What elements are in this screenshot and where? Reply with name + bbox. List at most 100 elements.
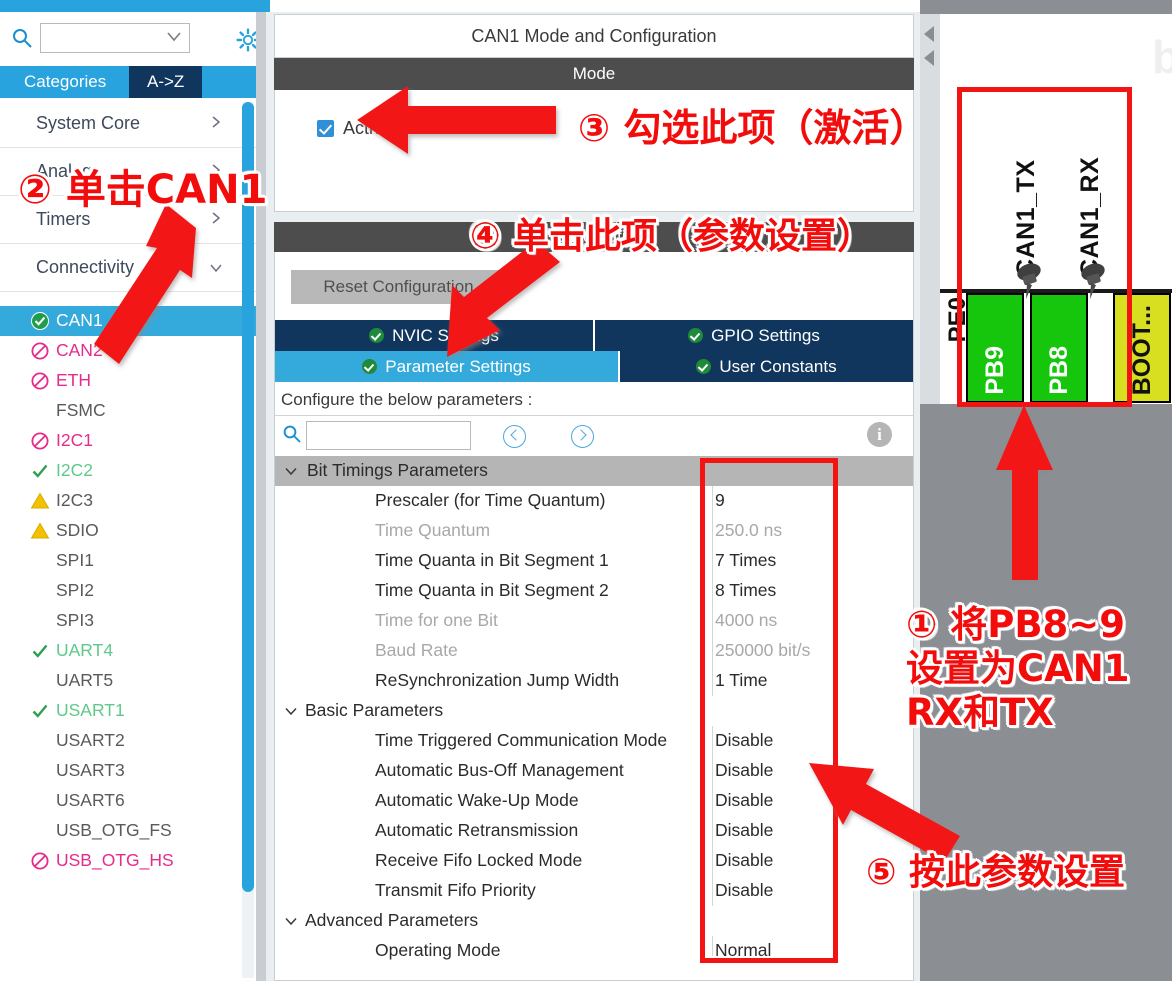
sidebar-item-label: I2C1: [56, 430, 93, 450]
sidebar-tabs: Categories A->Z: [0, 66, 266, 98]
tab-categories[interactable]: Categories: [8, 66, 123, 98]
sidebar-item-i2c3[interactable]: I2C3: [0, 486, 266, 516]
annotation-line: RX和TX: [906, 691, 1054, 734]
sidebar-item-fsmc[interactable]: FSMC: [0, 396, 266, 426]
sidebar-item-label: USART3: [56, 760, 125, 780]
chevron-down-icon[interactable]: [167, 32, 181, 42]
param-name: Time Quanta in Bit Segment 1: [375, 550, 609, 570]
sidebar-item-label: USART6: [56, 790, 125, 810]
chip-left-gutter: [920, 184, 940, 404]
sidebar-item-usart1[interactable]: USART1: [0, 696, 266, 726]
annotation-marker: ④: [470, 216, 501, 257]
tab-parameter-settings[interactable]: Parameter Settings: [275, 351, 618, 382]
param-name: Automatic Wake-Up Mode: [375, 790, 579, 810]
sidebar-search-row: [0, 16, 266, 58]
activated-checkbox[interactable]: [317, 120, 334, 137]
param-search-input[interactable]: [306, 421, 471, 450]
annotation-marker: ③: [578, 106, 611, 150]
status-ok-icon: [31, 312, 49, 330]
sidebar-item-label: CAN2: [56, 340, 103, 360]
param-name: Time Triggered Communication Mode: [375, 730, 668, 750]
sidebar-item-label: I2C2: [56, 460, 93, 480]
sidebar-item-can1[interactable]: CAN1: [0, 306, 266, 336]
sidebar-item-spi3[interactable]: SPI3: [0, 606, 266, 636]
sidebar-item-can2[interactable]: CAN2: [0, 336, 266, 366]
search-icon: [283, 425, 301, 443]
tab-nvic-settings[interactable]: NVIC Settings: [275, 320, 593, 351]
search-icon: [13, 29, 32, 48]
pin-label: BOOT...: [1128, 304, 1156, 395]
sidebar-item-spi1[interactable]: SPI1: [0, 546, 266, 576]
annotation-1: ① 将PB8~9 设置为CAN1 RX和TX: [906, 603, 1130, 735]
tab-label: User Constants: [719, 356, 837, 376]
sidebar-scrollbar-thumb[interactable]: [242, 102, 254, 892]
chevron-down-icon[interactable]: [285, 917, 297, 926]
ip-search-combobox[interactable]: [40, 23, 190, 53]
section-title: Bit Timings Parameters: [307, 460, 488, 480]
annotation-5: ⑤ 按此参数设置: [866, 843, 1125, 895]
annotation-3: ③ 勾选此项（激活）: [578, 97, 927, 152]
param-name: Time Quanta in Bit Segment 2: [375, 580, 609, 600]
sidebar-item-eth[interactable]: ETH: [0, 366, 266, 396]
sidebar-item-label: USART1: [56, 700, 125, 720]
tab-a-to-z[interactable]: A->Z: [129, 66, 203, 98]
status-forbidden-icon: [31, 372, 49, 390]
sidebar-item-label: ETH: [56, 370, 91, 390]
sidebar-item-label: SPI3: [56, 610, 94, 630]
tab-gpio-settings[interactable]: GPIO Settings: [595, 320, 913, 351]
annotation-text: 将PB8~9: [950, 603, 1126, 646]
tab-label: NVIC Settings: [392, 325, 499, 345]
reset-configuration-button[interactable]: Reset Configuration: [291, 270, 506, 304]
tab-ok-icon: [369, 328, 385, 343]
chevron-down-icon[interactable]: [285, 467, 297, 476]
chevron-right-icon: [212, 116, 221, 128]
param-name: Receive Fifo Locked Mode: [375, 850, 583, 870]
sidebar-group-connectivity[interactable]: Connectivity: [0, 244, 266, 292]
watermark: [975, 40, 1150, 74]
sidebar-item-label: I2C3: [56, 490, 93, 510]
tab-ok-icon: [696, 359, 712, 374]
tab-label: Parameter Settings: [385, 356, 531, 376]
config-tab-row-2: Parameter Settings User Constants: [275, 351, 913, 382]
sidebar-item-spi2[interactable]: SPI2: [0, 576, 266, 606]
sidebar-item-usb-otg-fs[interactable]: USB_OTG_FS: [0, 816, 266, 846]
sidebar-item-i2c2[interactable]: I2C2: [0, 456, 266, 486]
status-check-icon: [32, 644, 48, 658]
annotation-marker: ②: [18, 167, 52, 213]
sidebar-item-i2c1[interactable]: I2C1: [0, 426, 266, 456]
sidebar-item-label: USART2: [56, 730, 125, 750]
sidebar-item-usart2[interactable]: USART2: [0, 726, 266, 756]
activated-label: Activated: [343, 118, 418, 138]
configure-note: Configure the below parameters :: [275, 384, 913, 416]
config-tab-row-1: NVIC Settings GPIO Settings: [275, 320, 913, 351]
param-name: Transmit Fifo Priority: [375, 880, 536, 900]
param-name: Operating Mode: [375, 940, 501, 960]
sidebar-group-system-core[interactable]: System Core: [0, 100, 266, 148]
sidebar-item-sdio[interactable]: SDIO: [0, 516, 266, 546]
sidebar-item-usart3[interactable]: USART3: [0, 756, 266, 786]
search-next-button[interactable]: [571, 425, 594, 448]
param-name: Automatic Retransmission: [375, 820, 579, 840]
sidebar-group-label: System Core: [36, 113, 141, 133]
search-prev-button[interactable]: [503, 425, 526, 448]
activated-checkbox-row[interactable]: Activated: [317, 118, 417, 139]
status-warning-icon: [30, 492, 50, 509]
chevron-down-icon[interactable]: [285, 707, 297, 716]
annotation-text: 勾选此项（激活）: [623, 106, 928, 150]
sidebar-item-uart5[interactable]: UART5: [0, 666, 266, 696]
tab-ok-icon: [362, 359, 378, 374]
param-name: Time for one Bit: [375, 610, 498, 630]
sidebar-item-usart6[interactable]: USART6: [0, 786, 266, 816]
section-title: Basic Parameters: [305, 700, 444, 720]
highlight-box-pins: [957, 87, 1132, 407]
tab-user-constants[interactable]: User Constants: [620, 351, 913, 382]
sidebar-item-usb-otg-hs[interactable]: USB_OTG_HS: [0, 846, 266, 876]
param-name: Baud Rate: [375, 640, 458, 660]
annotation-4: ④ 单击此项（参数设置）: [470, 207, 873, 259]
info-icon[interactable]: i: [867, 422, 892, 447]
tab-label: GPIO Settings: [711, 325, 820, 345]
sidebar-item-uart4[interactable]: UART4: [0, 636, 266, 666]
sidebar-item-label: SPI1: [56, 550, 94, 570]
annotation-line: 设置为CAN1: [906, 647, 1130, 690]
sidebar-item-label: USB_OTG_HS: [56, 850, 174, 870]
